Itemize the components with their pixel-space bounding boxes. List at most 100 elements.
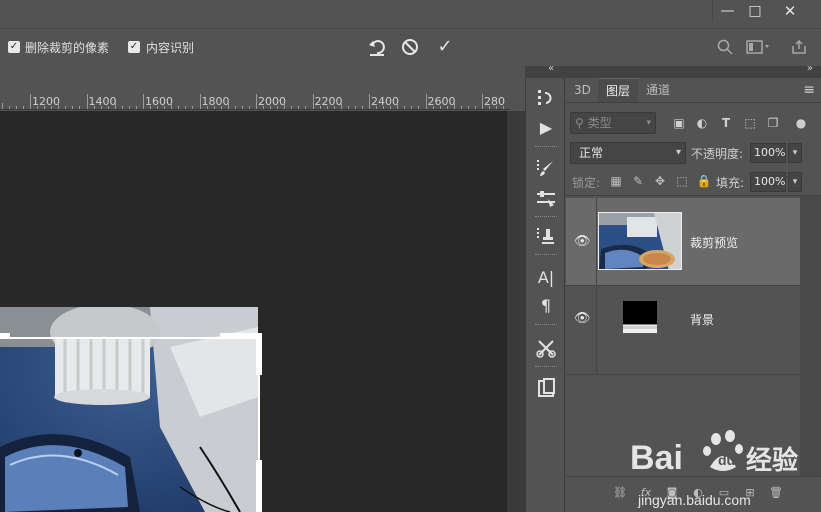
history-icon: [538, 90, 552, 105]
filter-type-icon[interactable]: T: [717, 114, 735, 132]
crop-handle-right-top[interactable]: [256, 333, 262, 375]
adjustment-layer-icon[interactable]: ◐: [690, 485, 706, 501]
fill-input[interactable]: 100%: [750, 172, 786, 192]
ruler-minor-tick: [192, 106, 194, 109]
ruler-minor-tick: [354, 106, 356, 109]
chevron-down-icon: ▾: [646, 118, 651, 128]
blend-mode-select[interactable]: 正常 ▾: [570, 142, 686, 164]
layer-name: 裁剪预览: [690, 236, 739, 250]
layer-thumbnail: [598, 212, 682, 270]
ruler-minor-tick: [467, 106, 469, 109]
share-button[interactable]: [788, 36, 810, 58]
horizontal-ruler: 1200 1400 1600 1800 2000 2200 2400 2600 280: [0, 94, 510, 110]
ruler-minor-tick: [489, 106, 491, 109]
maximize-button[interactable]: □: [740, 0, 770, 22]
ruler-major-tick: [30, 94, 31, 109]
reset-button[interactable]: [365, 35, 389, 59]
maximize-icon: □: [748, 3, 762, 19]
layer-row-crop-preview[interactable]: 👁 裁剪预览: [566, 198, 800, 286]
workspace-button[interactable]: [744, 36, 772, 58]
filter-pixel-icon[interactable]: ▣: [670, 114, 688, 132]
ruler-minor-tick: [157, 106, 159, 109]
ruler-minor-tick: [263, 106, 265, 109]
ruler-minor-tick: [284, 103, 286, 109]
paragraph-icon: ¶: [540, 296, 552, 315]
search-button[interactable]: [714, 36, 736, 58]
delete-layer-icon[interactable]: 🗑: [768, 485, 784, 501]
ruler-minor-tick: [474, 106, 476, 109]
vertical-scrollbar[interactable]: [507, 111, 525, 512]
layers-panel: 3D 图层 通道 ≡ ⚲ 类型 ▾ ▣ ◐ T ⬚ ❐ ● 正常 ▾ 不透明度:…: [566, 78, 821, 512]
clone-source-button[interactable]: [534, 224, 558, 248]
lock-position-icon[interactable]: ✥: [652, 173, 668, 189]
new-layer-icon[interactable]: ⊞: [742, 485, 758, 501]
clone-source-icon: [537, 228, 554, 244]
ruler-minor-tick: [277, 106, 279, 109]
cancel-button[interactable]: [398, 35, 422, 59]
panel-collapse-strip[interactable]: « »: [525, 63, 821, 78]
crop-handle-right-bottom[interactable]: [256, 460, 262, 512]
filter-adjustment-icon[interactable]: ◐: [693, 114, 711, 132]
history-button[interactable]: [534, 86, 558, 110]
fill-dropdown[interactable]: ▾: [788, 172, 802, 192]
ruler-minor-tick: [383, 106, 385, 109]
visibility-eye-icon[interactable]: 👁: [574, 311, 591, 327]
filter-smart-object-icon[interactable]: ❐: [764, 114, 782, 132]
lock-artboard-icon[interactable]: ⬚: [674, 173, 690, 189]
ruler-minor-tick: [227, 103, 229, 109]
content-aware-checkbox[interactable]: ✓: [128, 41, 140, 53]
collapse-right-icon[interactable]: »: [807, 63, 813, 74]
ruler-minor-tick: [79, 106, 81, 109]
lock-label: 锁定:: [572, 176, 601, 190]
tab-layers[interactable]: 图层: [598, 78, 639, 102]
ruler-minor-tick: [171, 103, 173, 109]
layer-filter-select[interactable]: ⚲ 类型 ▾: [570, 112, 656, 134]
ruler-minor-tick: [185, 106, 187, 109]
delete-cropped-checkbox[interactable]: ✓: [8, 41, 20, 53]
link-layers-icon[interactable]: ⛓: [612, 485, 628, 501]
close-button[interactable]: ✕: [775, 0, 805, 22]
commit-button[interactable]: ✓: [433, 35, 457, 59]
layer-row-background[interactable]: 👁 背景: [566, 287, 800, 375]
delete-cropped-label: 删除裁剪的像素: [25, 41, 110, 55]
tool-presets-button[interactable]: [534, 336, 558, 360]
character-button[interactable]: A|: [534, 266, 558, 290]
properties-button[interactable]: [534, 376, 558, 400]
layer-style-icon[interactable]: fx: [638, 485, 654, 501]
crop-handle-top-left[interactable]: [0, 333, 10, 339]
ruler-tick-label: 280: [484, 95, 505, 108]
ruler-major-tick: [86, 94, 88, 109]
ruler-minor-tick: [234, 106, 236, 109]
actions-button[interactable]: ▶: [534, 116, 558, 140]
panel-menu-icon[interactable]: ≡: [803, 82, 815, 98]
group-icon[interactable]: ▭: [716, 485, 732, 501]
tab-channels[interactable]: 通道: [638, 78, 678, 102]
properties-icon: [538, 378, 555, 397]
minimize-button[interactable]: —: [712, 0, 742, 22]
lock-transparent-icon[interactable]: ▦: [608, 173, 624, 189]
collapse-left-icon[interactable]: «: [548, 63, 554, 74]
brush-presets-button[interactable]: [534, 156, 558, 180]
paragraph-button[interactable]: ¶: [534, 294, 558, 318]
ruler-major-tick: [199, 94, 201, 109]
ruler-minor-tick: [22, 106, 24, 109]
tab-3d[interactable]: 3D: [566, 78, 599, 102]
ruler-minor-tick: [128, 106, 130, 109]
opacity-input[interactable]: 100%: [750, 143, 786, 163]
adjustments-button[interactable]: [534, 186, 558, 210]
ruler-minor-tick: [8, 106, 10, 109]
reset-icon: [369, 40, 385, 56]
ruler-minor-tick: [496, 106, 498, 109]
ruler-minor-tick: [58, 103, 60, 109]
lock-image-icon[interactable]: ✎: [630, 173, 646, 189]
visibility-eye-icon[interactable]: 👁: [574, 234, 591, 250]
layers-scrollbar[interactable]: [800, 196, 821, 476]
filter-shape-icon[interactable]: ⬚: [741, 114, 759, 132]
ruler-minor-tick: [1, 103, 3, 109]
panel-dock-strip: ▶ A| ¶: [525, 78, 565, 512]
filter-toggle-icon[interactable]: ●: [792, 114, 810, 132]
add-mask-icon[interactable]: ◙: [664, 485, 680, 501]
opacity-dropdown[interactable]: ▾: [788, 143, 802, 163]
lock-all-icon[interactable]: 🔒: [696, 173, 712, 189]
ruler-minor-tick: [305, 106, 307, 109]
